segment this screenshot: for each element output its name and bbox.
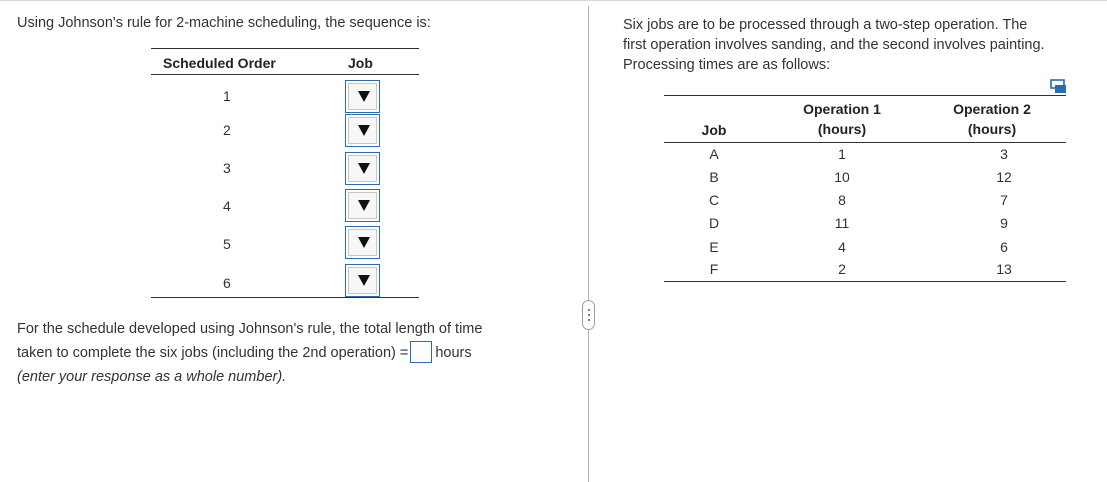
grip-dot <box>588 319 590 321</box>
op1-cell: 1 <box>838 146 846 162</box>
table-rule <box>664 95 1066 96</box>
op1-cell: 8 <box>838 192 846 208</box>
op2-cell: 9 <box>1000 215 1008 231</box>
op1-cell: 2 <box>838 261 846 277</box>
header-operation-1-title: Operation 1 <box>803 101 881 117</box>
table-rule <box>664 142 1066 143</box>
header-operation-1-unit: (hours) <box>817 121 867 137</box>
order-number: 6 <box>223 275 231 291</box>
sequence-prompt: Using Johnson's rule for 2-machine sched… <box>17 15 431 31</box>
answer-unit: hours <box>435 345 472 361</box>
job-cell: D <box>708 215 720 231</box>
job-cell: A <box>709 146 719 162</box>
dropdown-arrow-icon <box>358 91 370 102</box>
copy-icon[interactable] <box>1050 79 1067 94</box>
grip-dot <box>588 309 590 311</box>
order-number: 4 <box>223 198 231 214</box>
dropdown-arrow-icon <box>358 125 370 136</box>
top-rule <box>0 0 1107 1</box>
dropdown-arrow-icon <box>358 200 370 211</box>
job-cell: B <box>709 169 719 185</box>
job-select-1[interactable] <box>345 80 380 113</box>
table-rule <box>151 48 419 49</box>
job-cell: C <box>708 192 720 208</box>
job-select-2[interactable] <box>345 114 380 147</box>
table-rule <box>151 74 419 75</box>
job-cell: F <box>709 261 719 277</box>
problem-line-2: first operation involves sanding, and th… <box>623 37 1045 53</box>
header-operation-1: Operation 1 (hours) <box>777 99 907 139</box>
header-operation-2-title: Operation 2 <box>953 101 1031 117</box>
op1-cell: 11 <box>834 215 850 231</box>
problem-line-1: Six jobs are to be processed through a t… <box>623 17 1028 33</box>
header-operation-2: Operation 2 (hours) <box>927 99 1057 139</box>
job-select-3[interactable] <box>345 152 380 185</box>
order-number: 1 <box>223 88 231 104</box>
op2-cell: 7 <box>1000 192 1008 208</box>
op2-cell: 3 <box>1000 146 1008 162</box>
op1-cell: 4 <box>838 239 846 255</box>
order-number: 5 <box>223 236 231 252</box>
problem-statement: Six jobs are to be processed through a t… <box>623 15 1103 75</box>
answer-line-1: For the schedule developed using Johnson… <box>17 321 483 337</box>
problem-line-3: Processing times are as follows: <box>623 57 831 73</box>
table-rule <box>151 297 419 298</box>
job-cell: E <box>709 239 719 255</box>
order-number: 2 <box>223 122 231 138</box>
job-select-6[interactable] <box>345 264 380 297</box>
answer-question: For the schedule developed using Johnson… <box>17 317 557 389</box>
header-job: Job <box>701 122 727 138</box>
answer-line-2: taken to complete the six jobs (includin… <box>17 345 409 361</box>
grip-dot <box>588 314 590 316</box>
op2-cell: 12 <box>996 169 1012 185</box>
table-rule <box>664 281 1066 282</box>
dropdown-arrow-icon <box>358 275 370 286</box>
order-number: 3 <box>223 160 231 176</box>
panel-divider <box>588 6 589 482</box>
total-time-input[interactable] <box>410 341 433 364</box>
op1-cell: 10 <box>834 169 850 185</box>
op2-cell: 13 <box>996 261 1012 277</box>
header-operation-2-unit: (hours) <box>967 121 1017 137</box>
answer-note: (enter your response as a whole number). <box>17 369 287 385</box>
dropdown-arrow-icon <box>358 163 370 174</box>
job-select-5[interactable] <box>345 226 380 259</box>
header-scheduled-order: Scheduled Order <box>163 55 276 71</box>
job-select-4[interactable] <box>345 189 380 222</box>
op2-cell: 6 <box>1000 239 1008 255</box>
header-job: Job <box>348 55 373 71</box>
divider-drag-handle[interactable] <box>582 300 595 330</box>
dropdown-arrow-icon <box>358 237 370 248</box>
